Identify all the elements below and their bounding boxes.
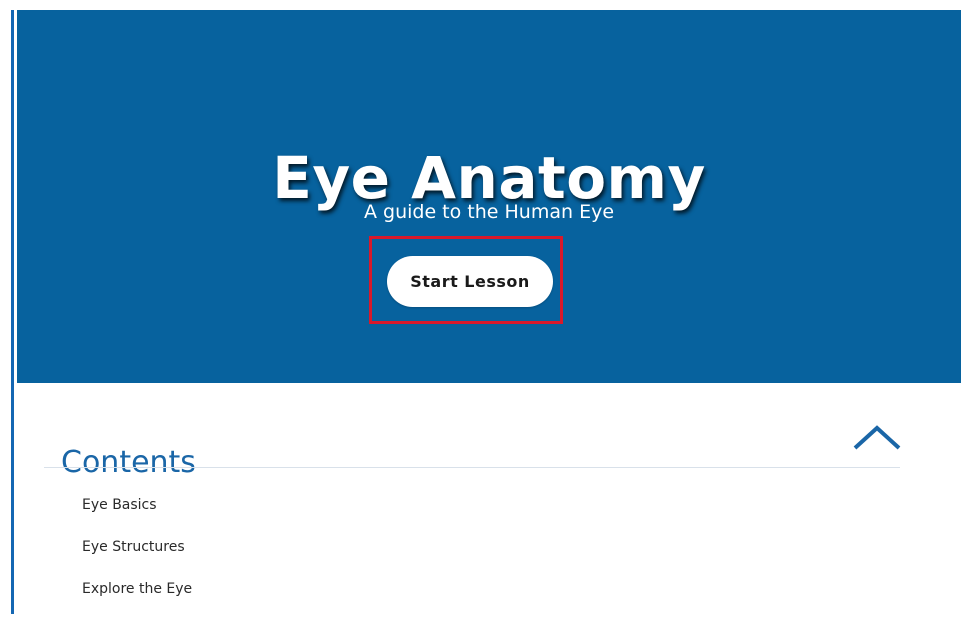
contents-list: Eye Basics Eye Structures Explore the Ey…	[82, 494, 192, 620]
contents-item-eye-structures[interactable]: Eye Structures	[82, 536, 192, 558]
contents-heading: Contents	[61, 444, 196, 480]
contents-divider	[44, 467, 900, 468]
left-accent-border	[11, 10, 14, 614]
lesson-page: Eye Anatomy A guide to the Human Eye Sta…	[0, 0, 961, 614]
chevron-up-icon	[853, 425, 901, 450]
collapse-toggle[interactable]	[848, 417, 906, 457]
contents-item-eye-basics[interactable]: Eye Basics	[82, 494, 192, 516]
start-lesson-button[interactable]: Start Lesson	[387, 256, 553, 307]
top-gap	[14, 0, 961, 10]
hero-banner: Eye Anatomy A guide to the Human Eye	[17, 10, 961, 383]
lesson-subtitle: A guide to the Human Eye	[363, 201, 615, 223]
contents-item-explore-the-eye[interactable]: Explore the Eye	[82, 578, 192, 600]
